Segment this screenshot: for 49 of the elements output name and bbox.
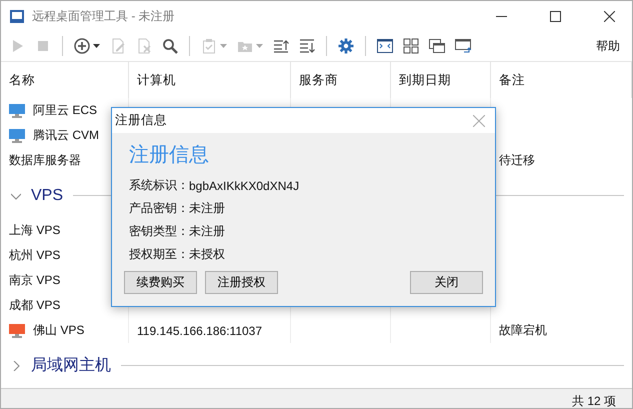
- grid-icon[interactable]: [403, 38, 419, 54]
- windows-icon[interactable]: [429, 38, 445, 54]
- settings-icon[interactable]: [338, 38, 354, 54]
- column-header[interactable]: 计算机: [129, 62, 291, 98]
- host-name[interactable]: 杭州 VPS: [9, 247, 60, 264]
- host-name[interactable]: 佛山 VPS: [33, 322, 84, 339]
- column-header[interactable]: 到期日期: [391, 62, 491, 98]
- group-label[interactable]: VPS: [31, 186, 64, 204]
- dialog-button[interactable]: 注册授权: [205, 271, 278, 294]
- host-name[interactable]: 阿里云 ECS: [33, 102, 98, 119]
- search-icon[interactable]: [162, 38, 178, 54]
- table-cell: 待迁移: [499, 152, 535, 169]
- sort-up-icon[interactable]: [273, 38, 289, 54]
- caret-icon[interactable]: [93, 44, 100, 48]
- host-name[interactable]: 成都 VPS: [9, 297, 60, 314]
- window-title: 远程桌面管理工具 - 未注册: [32, 8, 176, 24]
- dialog-heading: 注册信息: [129, 143, 210, 168]
- chevron-right-icon[interactable]: [11, 360, 21, 370]
- dialog-title: 注册信息: [115, 112, 168, 129]
- host-name[interactable]: 数据库服务器: [9, 152, 81, 169]
- help-menu[interactable]: 帮助: [590, 38, 626, 54]
- chevron-down-icon[interactable]: [11, 190, 21, 200]
- field-label: 产品密钥：: [129, 200, 189, 217]
- field-value: bgbAxIKkKX0dXN4J: [189, 178, 300, 192]
- column-header[interactable]: 名称: [1, 62, 129, 98]
- switch-icon[interactable]: [455, 38, 471, 54]
- status-text: 共 12 项: [572, 392, 616, 408]
- group-label[interactable]: 局域网主机: [31, 355, 111, 376]
- close-icon[interactable]: [604, 10, 614, 22]
- column-header[interactable]: 服务商: [291, 62, 391, 98]
- host-name[interactable]: 腾讯云 CVM: [33, 127, 99, 144]
- field-value: 未注册: [189, 200, 225, 217]
- field-value: 未授权: [189, 246, 225, 263]
- maximize-icon[interactable]: [550, 10, 560, 22]
- table-cell: 故障宕机: [499, 322, 547, 339]
- fullscreen-icon[interactable]: [377, 38, 393, 54]
- dialog-button[interactable]: 续费购买: [124, 271, 197, 294]
- host-name[interactable]: 上海 VPS: [9, 222, 60, 239]
- table-cell: 119.145.166.186:11037: [137, 324, 262, 338]
- field-label: 密钥类型：: [129, 223, 189, 240]
- sort-down-icon[interactable]: [299, 38, 315, 54]
- app-icon: [10, 10, 24, 22]
- field-label: 授权期至：: [129, 246, 189, 263]
- add-icon[interactable]: [74, 38, 90, 54]
- host-name[interactable]: 南京 VPS: [9, 272, 60, 289]
- close-button[interactable]: 关闭: [410, 271, 483, 294]
- column-header[interactable]: 备注: [491, 62, 632, 98]
- field-value: 未注册: [189, 223, 225, 240]
- field-label: 系统标识：: [129, 177, 189, 194]
